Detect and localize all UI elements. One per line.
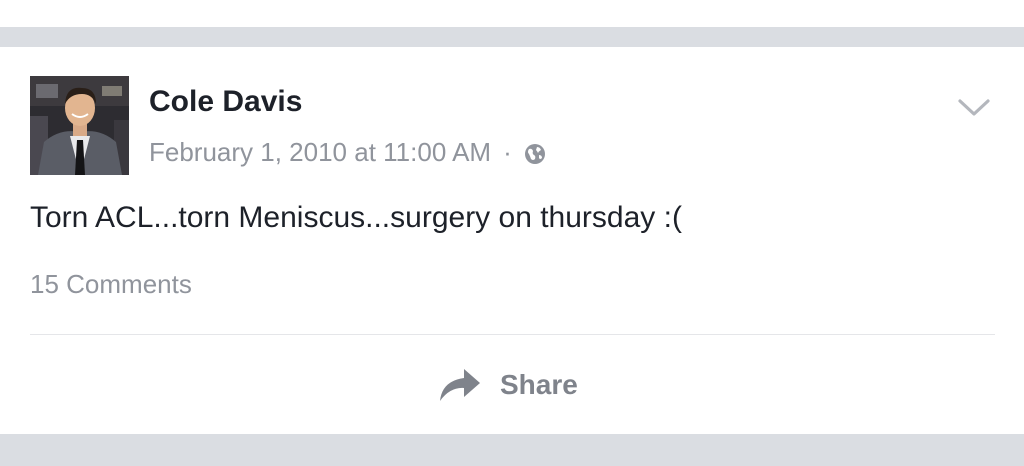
- comments-count-link[interactable]: 15 Comments: [30, 267, 192, 301]
- share-arrow-icon: [438, 367, 482, 403]
- feed-separator-bottom: [0, 434, 1024, 466]
- top-spacer: [0, 0, 1024, 27]
- avatar[interactable]: [30, 76, 129, 175]
- chevron-down-icon[interactable]: [957, 97, 991, 119]
- avatar-image: [30, 76, 129, 175]
- share-label: Share: [500, 369, 578, 400]
- post-text: Torn ACL...torn Meniscus...surgery on th…: [30, 201, 682, 234]
- divider: [30, 334, 995, 335]
- author-name[interactable]: Cole Davis: [149, 84, 302, 120]
- post-card: Cole Davis February 1, 2010 at 11:00 AM …: [0, 47, 1024, 434]
- post-timestamp[interactable]: February 1, 2010 at 11:00 AM: [149, 137, 491, 168]
- share-button[interactable]: Share: [438, 365, 578, 405]
- globe-icon: [524, 141, 546, 164]
- feed-separator-top: [0, 27, 1024, 47]
- post-meta: February 1, 2010 at 11:00 AM ·: [149, 134, 546, 170]
- meta-separator: ·: [503, 136, 512, 167]
